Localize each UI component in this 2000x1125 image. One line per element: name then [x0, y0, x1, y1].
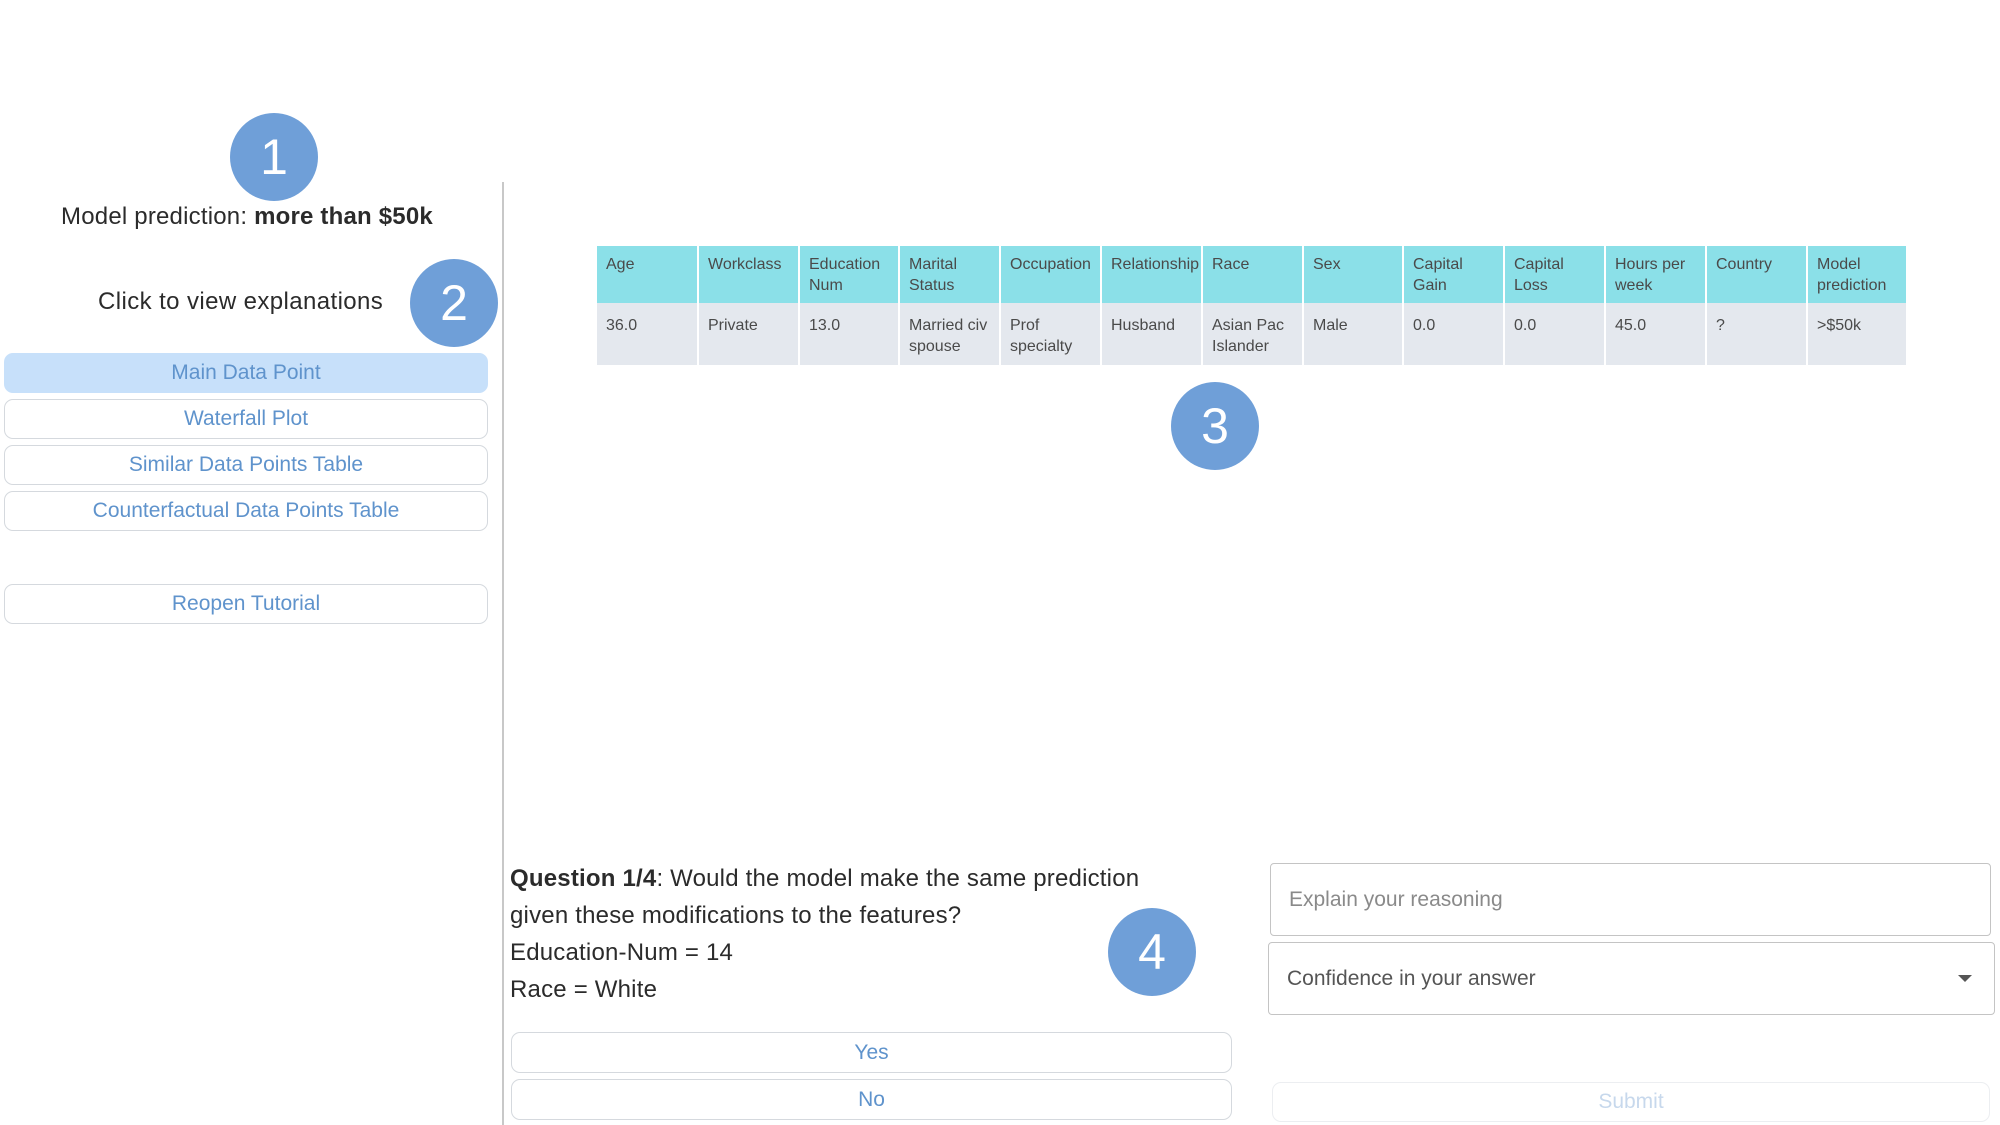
cell-capital-loss: 0.0 — [1504, 303, 1606, 365]
header-country: Country — [1706, 246, 1808, 303]
step-badge-3: 3 — [1171, 382, 1259, 470]
cell-occupation: Prof specialty — [1000, 303, 1102, 365]
question-block: Question 1/4: Would the model make the s… — [510, 860, 1190, 1008]
header-occupation: Occupation — [1000, 246, 1102, 303]
header-sex: Sex — [1303, 246, 1404, 303]
explanations-label: Click to view explanations — [98, 288, 384, 315]
counterfactual-data-points-table-button[interactable]: Counterfactual Data Points Table — [4, 491, 488, 531]
question-number: Question 1/4 — [510, 865, 657, 892]
yes-button[interactable]: Yes — [511, 1032, 1232, 1073]
header-marital-status: Marital Status — [899, 246, 1001, 303]
cell-relationship: Husband — [1101, 303, 1203, 365]
cell-hours-per-week: 45.0 — [1605, 303, 1707, 365]
step-badge-2: 2 — [410, 259, 498, 347]
header-hours-per-week: Hours per week — [1605, 246, 1707, 303]
cell-age: 36.0 — [597, 303, 699, 365]
header-education-num: Education Num — [799, 246, 900, 303]
reopen-tutorial-button[interactable]: Reopen Tutorial — [4, 584, 488, 624]
no-button[interactable]: No — [511, 1079, 1232, 1120]
header-model-prediction: Model prediction — [1807, 246, 1906, 303]
cell-race: Asian Pac Islander — [1202, 303, 1304, 365]
confidence-select[interactable]: Confidence in your answer — [1268, 942, 1995, 1015]
cell-education-num: 13.0 — [799, 303, 900, 365]
table-row: 36.0 Private 13.0 Married civ spouse Pro… — [597, 303, 1906, 365]
sidebar-divider — [502, 182, 504, 1125]
header-race: Race — [1202, 246, 1304, 303]
main-data-point-button[interactable]: Main Data Point — [4, 353, 488, 393]
cell-model-prediction: >$50k — [1807, 303, 1906, 365]
similar-data-points-table-button[interactable]: Similar Data Points Table — [4, 445, 488, 485]
model-prediction: Model prediction: more than $50k — [0, 203, 494, 231]
confidence-select-label: Confidence in your answer — [1287, 966, 1536, 990]
submit-button[interactable]: Submit — [1272, 1082, 1990, 1122]
reasoning-input[interactable] — [1270, 863, 1991, 936]
header-relationship: Relationship — [1101, 246, 1203, 303]
prediction-label: Model prediction: — [61, 203, 255, 230]
header-age: Age — [597, 246, 699, 303]
header-workclass: Workclass — [698, 246, 800, 303]
modification-item: Education-Num = 14 — [510, 939, 734, 966]
prediction-value: more than $50k — [254, 203, 433, 230]
header-capital-loss: Capital Loss — [1504, 246, 1606, 303]
cell-capital-gain: 0.0 — [1403, 303, 1505, 365]
header-capital-gain: Capital Gain — [1403, 246, 1505, 303]
cell-marital-status: Married civ spouse — [899, 303, 1001, 365]
waterfall-plot-button[interactable]: Waterfall Plot — [4, 399, 488, 439]
step-badge-1: 1 — [230, 113, 318, 201]
modification-item: Race = White — [510, 976, 658, 1003]
cell-sex: Male — [1303, 303, 1404, 365]
table-header-row: Age Workclass Education Num Marital Stat… — [597, 246, 1906, 303]
main-data-point-table: Age Workclass Education Num Marital Stat… — [597, 246, 1906, 365]
chevron-down-icon — [1958, 975, 1972, 982]
question-text: Question 1/4: Would the model make the s… — [510, 860, 1190, 934]
cell-country: ? — [1706, 303, 1808, 365]
cell-workclass: Private — [698, 303, 800, 365]
